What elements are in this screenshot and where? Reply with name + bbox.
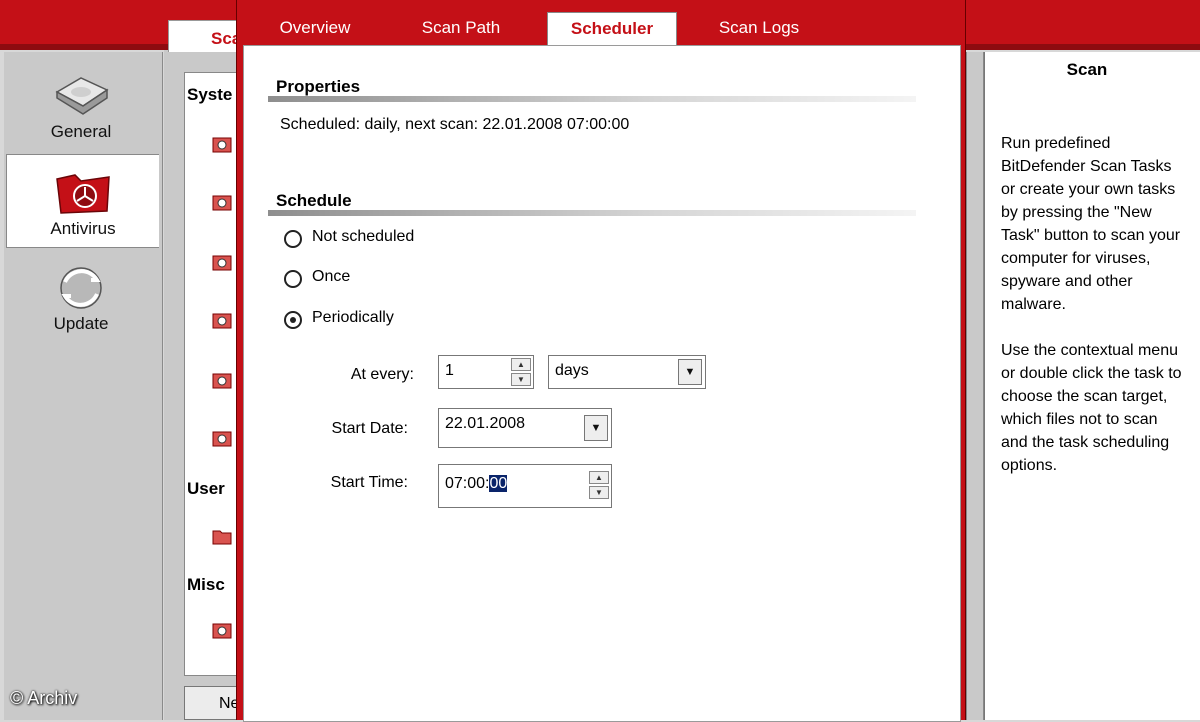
- nav-item-antivirus[interactable]: Antivirus: [6, 154, 159, 248]
- help-panel: Scan Run predefined BitDefender Scan Tas…: [984, 52, 1200, 720]
- start-time-value: 07:00:00: [445, 475, 508, 493]
- radio-dot: [290, 317, 296, 323]
- scan-task-icon[interactable]: [211, 309, 233, 331]
- schedule-title: Schedule: [276, 191, 352, 210]
- section-divider: [268, 96, 916, 102]
- scan-task-icon[interactable]: [211, 133, 233, 155]
- spin-down-icon[interactable]: ▼: [511, 373, 531, 386]
- help-text: Run predefined BitDefender Scan Tasks or…: [1001, 132, 1185, 500]
- help-paragraph: Run predefined BitDefender Scan Tasks or…: [1001, 135, 1181, 313]
- scan-task-icon[interactable]: [211, 251, 233, 273]
- radio-circle[interactable]: [284, 230, 302, 248]
- schedule-section: Schedule: [268, 188, 916, 216]
- interval-stepper[interactable]: 1 ▲ ▼: [438, 355, 534, 389]
- properties-section: Properties: [268, 74, 916, 102]
- schedule-summary: Scheduled: daily, next scan: 22.01.2008 …: [280, 116, 630, 133]
- radio-circle-checked[interactable]: [284, 311, 302, 329]
- scan-task-icon[interactable]: [211, 369, 233, 391]
- start-time-prefix: 07:00:: [445, 475, 490, 492]
- nav-label-update: Update: [53, 314, 109, 333]
- interval-spin: ▲ ▼: [511, 358, 531, 386]
- virus-folder-icon: [56, 174, 110, 214]
- at-every-label: At every:: [350, 366, 414, 383]
- copyright-watermark: © Archiv: [10, 688, 78, 708]
- time-spin: ▲ ▼: [589, 471, 609, 499]
- new-task-button[interactable]: Ne: [184, 686, 244, 720]
- start-time-input[interactable]: 07:00:00 ▲ ▼: [438, 464, 612, 508]
- chevron-down-icon[interactable]: ▼: [678, 359, 702, 385]
- dialog-tabs: Overview Scan Path Scheduler Scan Logs: [237, 0, 965, 47]
- interval-value: 1: [445, 362, 454, 379]
- radio-label: Periodically: [312, 309, 394, 326]
- scheduler-panel: Properties Scheduled: daily, next scan: …: [243, 45, 961, 722]
- nav-item-general[interactable]: General: [6, 58, 156, 150]
- tab-overview[interactable]: Overview: [267, 15, 363, 45]
- tab-scan-path[interactable]: Scan Path: [413, 15, 509, 45]
- task-section-system: Syste: [187, 85, 233, 104]
- start-date-picker[interactable]: 22.01.2008 ▼: [438, 408, 612, 448]
- interval-unit-select[interactable]: days ▼: [548, 355, 706, 389]
- disk-icon: [55, 77, 109, 115]
- tab-scheduler[interactable]: Scheduler: [547, 12, 677, 47]
- scan-task-icon[interactable]: [211, 191, 233, 213]
- radio-circle[interactable]: [284, 270, 302, 288]
- task-properties-dialog: Overview Scan Path Scheduler Scan Logs P…: [236, 0, 966, 722]
- task-section-misc: Misc: [187, 575, 225, 594]
- help-title: Scan: [1066, 60, 1108, 79]
- radio-label: Once: [312, 268, 351, 285]
- interval-unit-value: days: [555, 362, 589, 379]
- tab-scan-logs[interactable]: Scan Logs: [709, 15, 809, 45]
- help-paragraph: Use the contextual menu or double click …: [1001, 342, 1182, 474]
- task-section-user: User: [187, 479, 225, 498]
- spin-up-icon[interactable]: ▲: [589, 471, 609, 484]
- nav-item-update[interactable]: Update: [6, 250, 156, 342]
- start-time-selected-seconds: 00: [489, 475, 508, 492]
- start-time-label: Start Time:: [330, 474, 408, 491]
- spin-up-icon[interactable]: ▲: [511, 358, 531, 371]
- left-nav: General Antivirus Update: [4, 52, 163, 720]
- start-date-value: 22.01.2008: [445, 415, 526, 432]
- scan-task-icon[interactable]: [211, 427, 233, 449]
- nav-label-general: General: [50, 122, 112, 141]
- spin-down-icon[interactable]: ▼: [589, 486, 609, 499]
- properties-title: Properties: [276, 77, 361, 96]
- nav-label-antivirus: Antivirus: [50, 219, 116, 238]
- panel-gap: [966, 52, 984, 720]
- scan-task-icon[interactable]: [211, 619, 233, 641]
- update-globe-icon: [60, 267, 102, 309]
- radio-label: Not scheduled: [312, 228, 415, 245]
- start-date-label: Start Date:: [331, 420, 408, 437]
- section-divider: [268, 210, 916, 216]
- chevron-down-icon[interactable]: ▼: [584, 415, 608, 441]
- folder-icon[interactable]: [211, 525, 233, 547]
- background-tab-scan[interactable]: Sca: [168, 20, 240, 52]
